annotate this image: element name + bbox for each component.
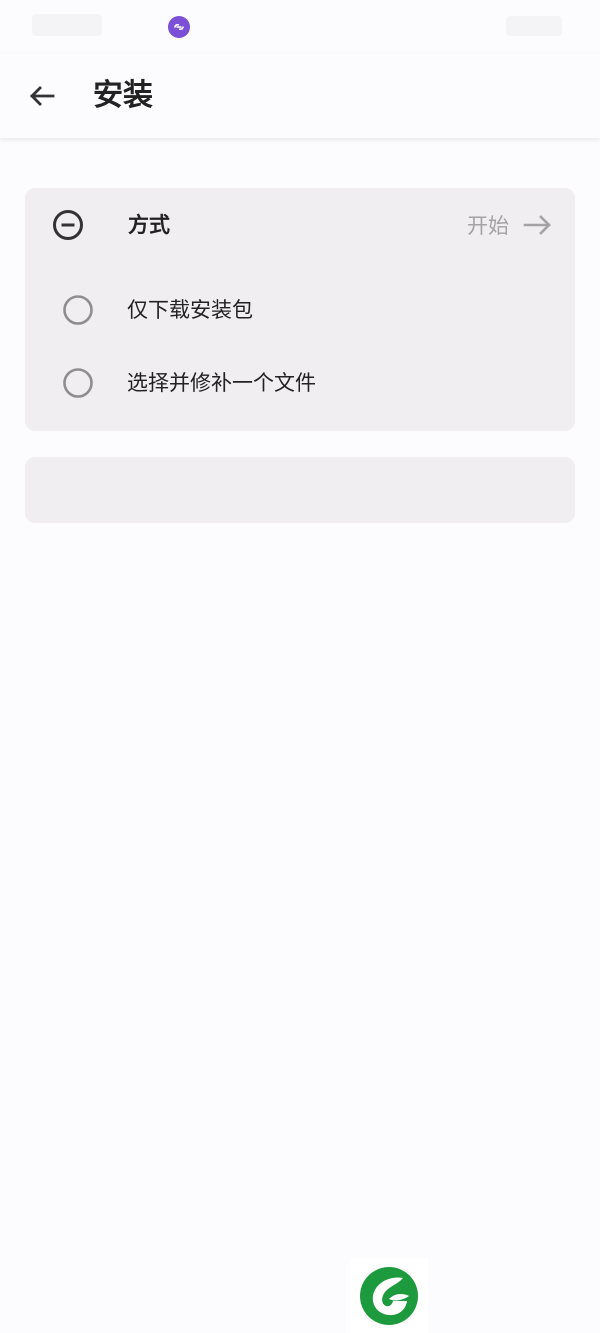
method-card: 方式 开始 仅下载安装包 选择并修补一个文件: [25, 188, 575, 431]
empty-card: [25, 457, 575, 523]
bottom-strip: [0, 1258, 600, 1333]
arrow-right-icon: [523, 215, 551, 235]
app-bar: 安装: [0, 54, 600, 138]
start-button[interactable]: 开始: [467, 208, 553, 242]
option-select-and-patch[interactable]: 选择并修补一个文件: [25, 353, 575, 413]
leaf-logo-icon: [350, 1258, 428, 1333]
option-label: 仅下载安装包: [127, 298, 253, 322]
radio-unchecked-icon[interactable]: [62, 367, 94, 399]
radio-unchecked-icon[interactable]: [62, 294, 94, 326]
arrow-left-icon: [30, 86, 55, 106]
status-icons: [506, 16, 562, 36]
minus-circle-icon[interactable]: [51, 208, 85, 242]
method-card-header[interactable]: 方式 开始: [25, 188, 575, 262]
start-label: 开始: [467, 214, 509, 238]
status-bar: [0, 0, 600, 54]
method-card-title: 方式: [128, 213, 170, 237]
option-label: 选择并修补一个文件: [127, 371, 316, 395]
back-button[interactable]: [22, 76, 62, 116]
status-time: [32, 14, 102, 36]
page-title: 安装: [93, 78, 153, 113]
link-icon: [168, 16, 190, 38]
option-download-only[interactable]: 仅下载安装包: [25, 280, 575, 340]
